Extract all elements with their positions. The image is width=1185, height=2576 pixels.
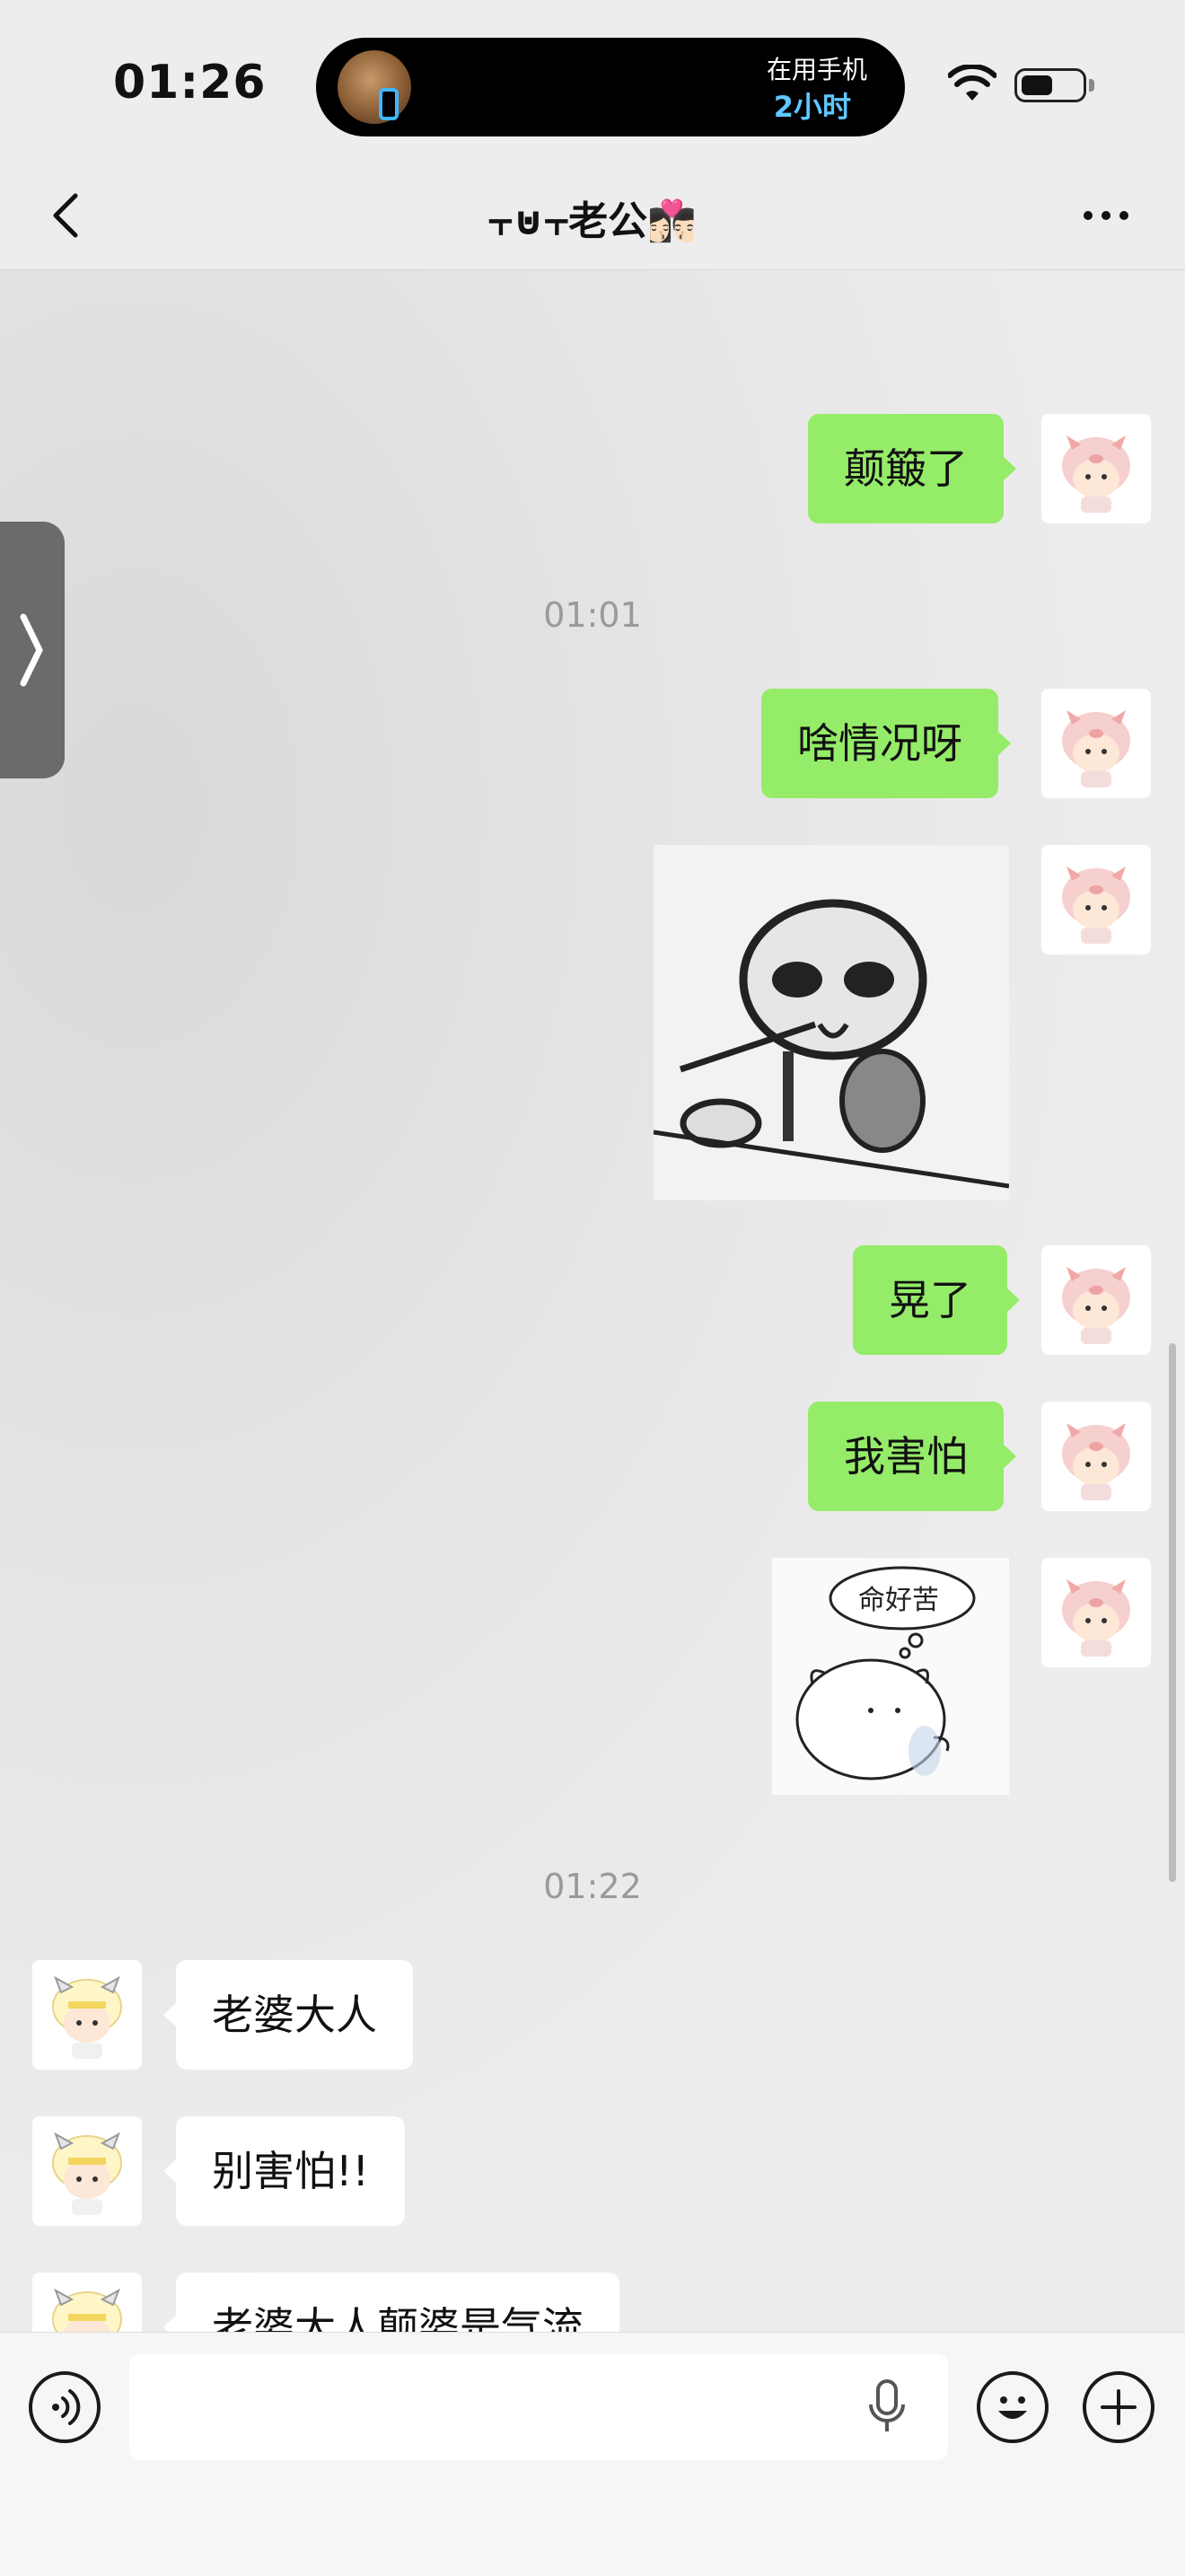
message-bubble-in[interactable]: 老婆大人	[163, 1960, 413, 2070]
sticker-panicked-figure[interactable]	[654, 845, 1009, 1200]
message-bubble-out[interactable]: 啥情况呀	[761, 689, 1011, 798]
voice-toggle-icon	[52, 2389, 81, 2425]
message-bubble-out[interactable]: 我害怕	[808, 1402, 1016, 1511]
side-panel-handle[interactable]	[0, 522, 65, 778]
wifi-icon	[948, 65, 996, 101]
my-avatar[interactable]	[1041, 1558, 1151, 1667]
battery-icon	[1014, 68, 1086, 102]
more-options-icon[interactable]	[1077, 198, 1135, 233]
message-input[interactable]	[129, 2354, 948, 2460]
message-list[interactable]: 颠簸了 01:01 啥情况呀 晃了 我害怕 命好苦 01:22 老婆大人 别害怕…	[0, 270, 1185, 2332]
message-bubble-out[interactable]: 晃了	[853, 1245, 1020, 1355]
phone-icon	[379, 88, 399, 120]
microphone-icon[interactable]	[862, 2378, 912, 2437]
contact-avatar[interactable]	[32, 2273, 142, 2332]
status-bar: 01:26 在用手机 2小时	[0, 0, 1185, 162]
emoji-button[interactable]	[977, 2371, 1049, 2443]
message-bubble-in[interactable]: 老婆大人颠婆是气流	[163, 2273, 619, 2332]
island-label: 在用手机	[766, 55, 867, 84]
time-divider: 01:22	[543, 1867, 642, 1906]
island-value: 2小时	[773, 90, 851, 124]
my-avatar[interactable]	[1041, 845, 1151, 954]
voice-toggle-button[interactable]	[29, 2371, 101, 2443]
my-avatar[interactable]	[1041, 689, 1151, 798]
sticker-sad-hamster[interactable]: 命好苦	[772, 1558, 1009, 1795]
contact-avatar[interactable]	[32, 2116, 142, 2226]
plus-button[interactable]	[1083, 2371, 1154, 2443]
chat-header: ⫟⊍⫟老公👩🏻‍❤️‍💋‍👨🏻	[0, 162, 1185, 270]
contact-avatar[interactable]	[32, 1960, 142, 2070]
my-avatar[interactable]	[1041, 414, 1151, 523]
scroll-indicator[interactable]	[1169, 1343, 1176, 1882]
sticker-caption: 命好苦	[858, 1585, 939, 1616]
emoji-icon	[998, 2396, 1027, 2419]
dynamic-island[interactable]: 在用手机 2小时	[316, 38, 905, 136]
plus-icon	[1101, 2389, 1137, 2425]
input-bar	[0, 2332, 1185, 2576]
message-bubble-out[interactable]: 颠簸了	[808, 414, 1016, 523]
my-avatar[interactable]	[1041, 1245, 1151, 1355]
my-avatar[interactable]	[1041, 1402, 1151, 1511]
battery-tip	[1089, 79, 1094, 92]
island-avatar	[338, 50, 411, 124]
chat-title: ⫟⊍⫟老公👩🏻‍❤️‍💋‍👨🏻	[488, 198, 697, 244]
message-bubble-in[interactable]: 别害怕!!	[163, 2116, 405, 2226]
status-time: 01:26	[113, 56, 267, 110]
time-divider: 01:01	[543, 595, 642, 635]
